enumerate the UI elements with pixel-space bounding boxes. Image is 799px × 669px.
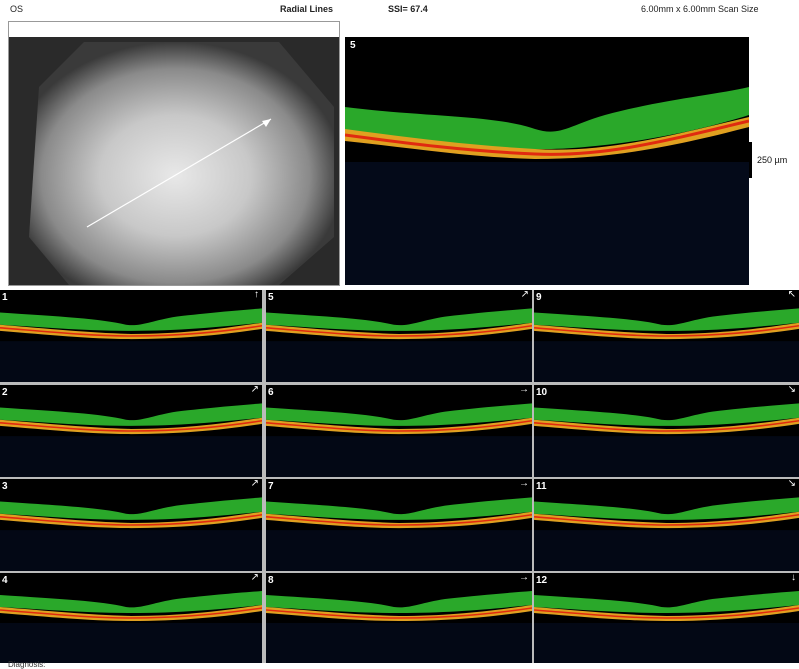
main-oct-scan-image: [345, 37, 749, 285]
oct-thumbnail-10[interactable]: 10 ↘: [534, 385, 799, 477]
thumbnail-number: 3: [2, 481, 8, 492]
fundus-image: [9, 37, 339, 285]
main-oct-scan[interactable]: 5: [345, 37, 749, 285]
scan-direction-icon: →: [519, 385, 529, 395]
ssi-label: SSI= 67.4: [388, 4, 428, 14]
thumbnail-number: 11: [536, 481, 547, 492]
scan-type-label: Radial Lines: [280, 4, 334, 14]
oct-thumbnail-11[interactable]: 11 ↘: [534, 479, 799, 571]
oct-thumbnail-1[interactable]: 1 ↑: [0, 290, 262, 382]
thumbnail-number: 10: [536, 387, 548, 398]
thumbnail-number: 9: [536, 292, 542, 303]
diagnosis-label: Diagnosis:: [8, 660, 46, 669]
fundus-image-panel: [8, 21, 340, 286]
scan-direction-icon: ↗: [250, 573, 259, 583]
oct-thumbnail-image: [534, 573, 799, 663]
oct-thumbnail-image: [266, 479, 532, 571]
scan-direction-icon: ↖: [787, 290, 796, 300]
thumbnail-number: 5: [268, 292, 274, 303]
scan-direction-icon: ↗: [250, 385, 259, 395]
thumbnail-number: 6: [268, 387, 274, 398]
scale-bar-label: 250 µm: [757, 155, 788, 165]
thumbnail-number: 2: [2, 387, 8, 398]
eye-label: OS: [10, 4, 24, 14]
scan-direction-icon: ↗: [250, 479, 259, 489]
scan-direction-icon: ↑: [254, 290, 259, 300]
oct-thumbnail-3[interactable]: 3 ↗: [0, 479, 262, 571]
scale-bar: [749, 142, 752, 178]
oct-thumbnail-image: [0, 385, 262, 477]
oct-thumbnail-image: [0, 479, 262, 571]
scan-direction-icon: ↗: [520, 290, 529, 300]
oct-thumbnail-7[interactable]: 7 →: [266, 479, 532, 571]
oct-thumbnail-8[interactable]: 8 →: [266, 573, 532, 663]
thumbnail-number: 8: [268, 575, 274, 586]
oct-thumbnail-image: [0, 573, 262, 663]
scan-thumbnail-grid: 1 ↑ 2 ↗ 3 ↗ 4 ↗ 5 ↗ 6 → 7 → 8 → 9 ↖ 10 ↘ 11 ↘ 12 ↓: [0, 290, 799, 663]
scan-size-label: 6.00mm x 6.00mm Scan Size: [641, 4, 759, 14]
scan-direction-icon: →: [519, 479, 529, 489]
scan-direction-icon: →: [519, 573, 529, 583]
thumbnail-number: 1: [2, 292, 8, 303]
main-scan-number: 5: [350, 40, 356, 51]
oct-thumbnail-image: [266, 290, 532, 382]
oct-thumbnail-4[interactable]: 4 ↗: [0, 573, 262, 663]
scan-direction-icon: ↘: [787, 385, 796, 395]
oct-thumbnail-6[interactable]: 6 →: [266, 385, 532, 477]
oct-thumbnail-image: [534, 290, 799, 382]
thumbnail-number: 12: [536, 575, 548, 586]
scan-direction-icon: ↓: [791, 573, 796, 583]
oct-thumbnail-image: [534, 385, 799, 477]
oct-thumbnail-image: [266, 385, 532, 477]
oct-thumbnail-12[interactable]: 12 ↓: [534, 573, 799, 663]
thumbnail-number: 7: [268, 481, 274, 492]
oct-thumbnail-image: [534, 479, 799, 571]
thumbnail-number: 4: [2, 575, 8, 586]
oct-thumbnail-5[interactable]: 5 ↗: [266, 290, 532, 382]
scan-direction-icon: ↘: [787, 479, 796, 489]
oct-thumbnail-image: [266, 573, 532, 663]
oct-thumbnail-9[interactable]: 9 ↖: [534, 290, 799, 382]
oct-thumbnail-image: [0, 290, 262, 382]
oct-thumbnail-2[interactable]: 2 ↗: [0, 385, 262, 477]
